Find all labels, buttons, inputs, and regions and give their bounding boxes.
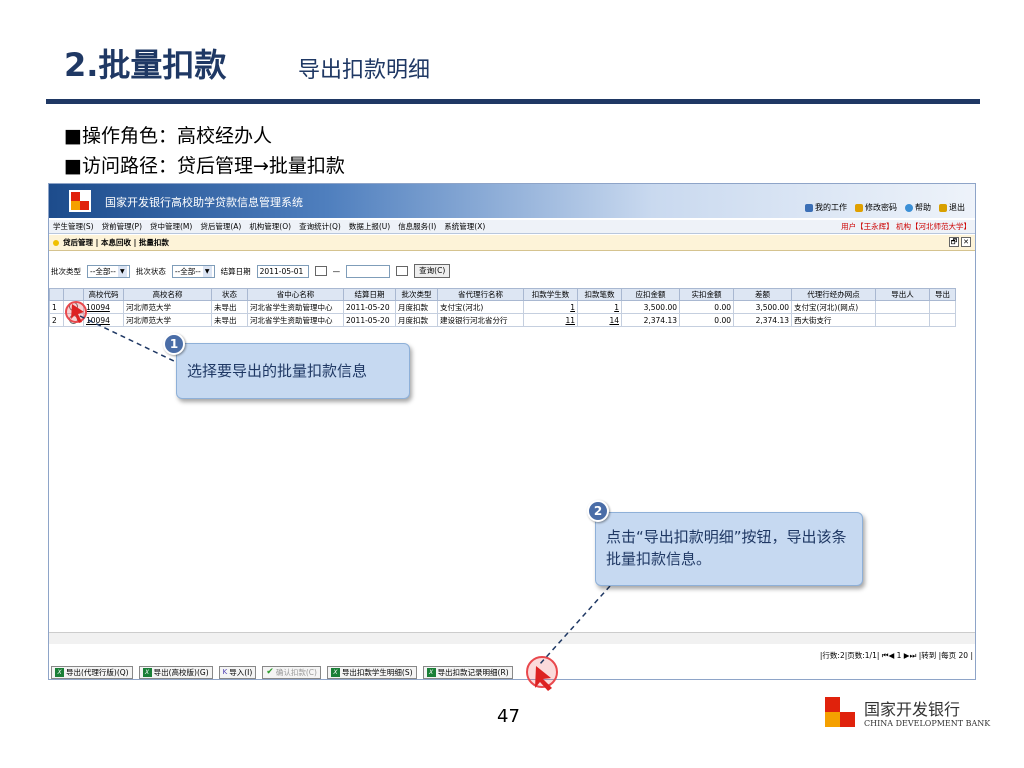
annotation-overlay — [65, 301, 611, 691]
slide: 2.批量扣款 导出扣款明细 ■操作角色：高校经办人 ■访问路径：贷后管理→批量扣… — [0, 0, 1024, 768]
leader-line-1 — [79, 315, 177, 363]
bank-name-en: CHINA DEVELOPMENT BANK — [864, 719, 991, 728]
step-badge-1: 1 — [163, 333, 185, 355]
callout-2: 点击“导出扣款明细”按钮，导出该条批量扣款信息。 — [595, 512, 863, 586]
page-number: 47 — [497, 706, 520, 727]
bank-logo-icon — [825, 697, 855, 727]
leader-line-2 — [539, 585, 611, 665]
bank-name-cn: 国家开发银行 — [864, 700, 961, 719]
callout-1: 选择要导出的批量扣款信息 — [176, 343, 410, 399]
step-badge-2: 2 — [587, 500, 609, 522]
